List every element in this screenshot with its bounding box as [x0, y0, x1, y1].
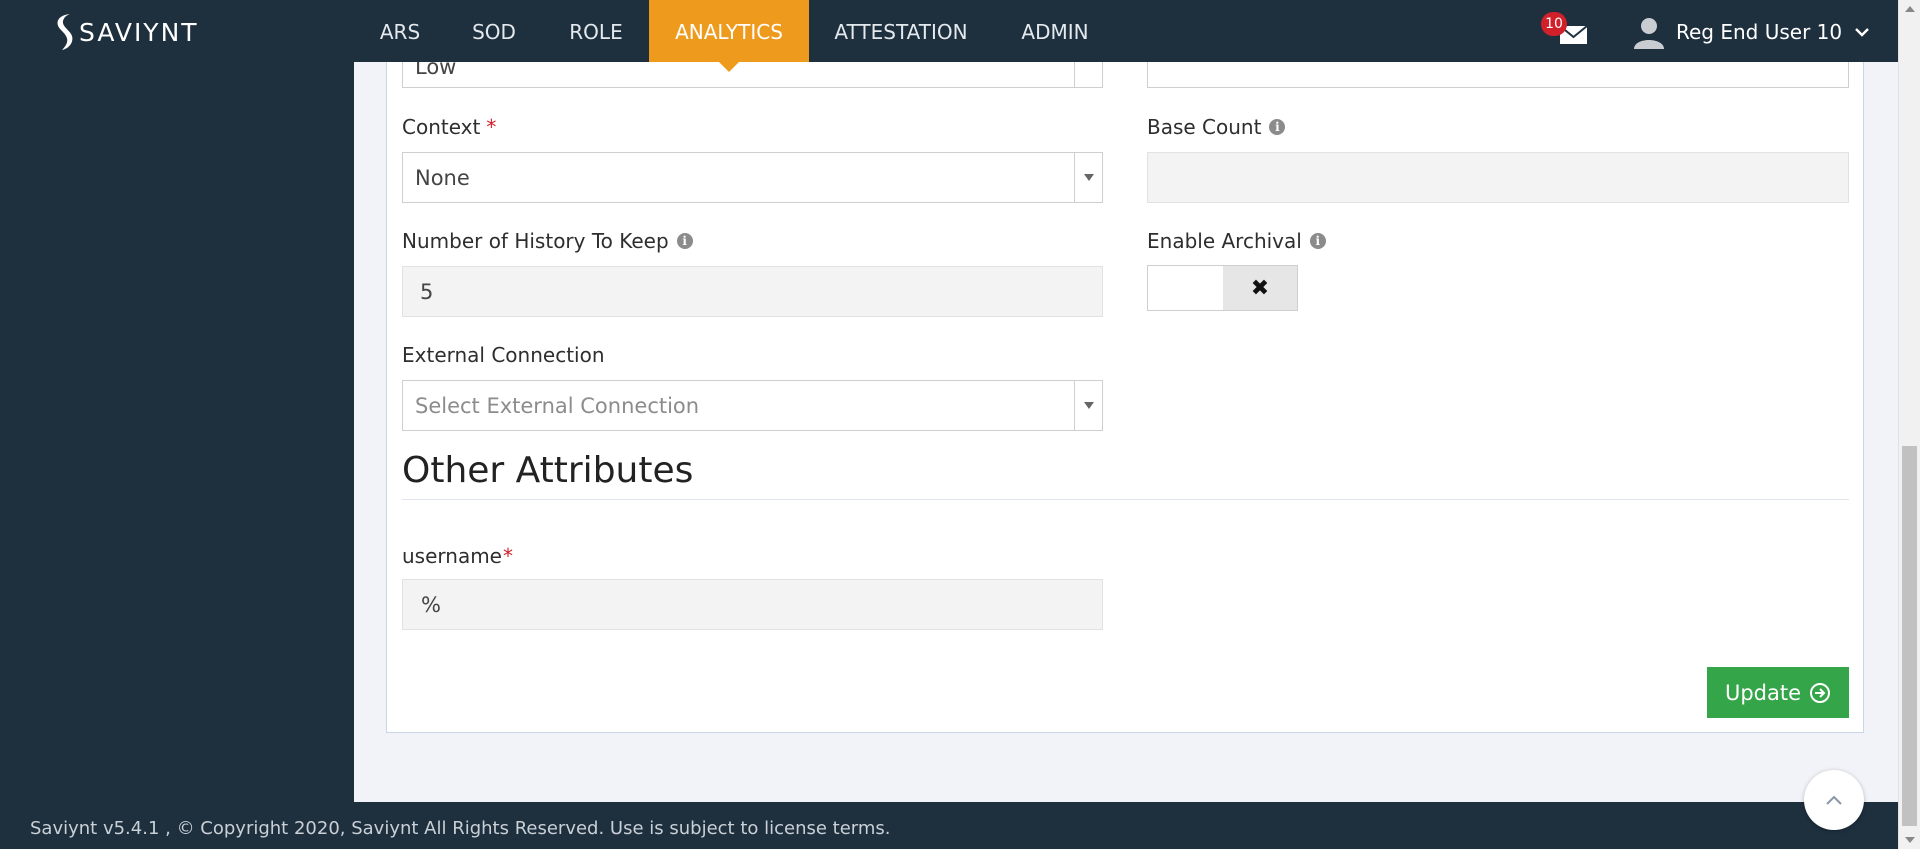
history-label: Number of History To Keep i: [402, 229, 693, 253]
info-icon[interactable]: i: [1309, 233, 1326, 249]
chevron-down-icon[interactable]: [1854, 26, 1870, 38]
required-marker: *: [503, 544, 513, 568]
caret-down-icon: [1083, 402, 1094, 409]
saviynt-logo[interactable]: SAVIYNT: [50, 11, 199, 53]
history-input[interactable]: 5: [402, 266, 1103, 317]
toggle-off-icon[interactable]: ✖: [1223, 266, 1297, 310]
update-button[interactable]: Update: [1707, 667, 1849, 718]
username-label: username *: [402, 544, 513, 568]
archival-label: Enable Archival i: [1147, 229, 1326, 253]
history-value: 5: [420, 279, 434, 304]
update-label: Update: [1724, 680, 1802, 705]
caret-down-icon: [1083, 174, 1094, 181]
nav-attestation[interactable]: ATTESTATION: [831, 0, 971, 62]
context-label: Context *: [402, 115, 497, 139]
external-connection-select[interactable]: Select External Connection: [402, 380, 1103, 431]
username-input[interactable]: %: [402, 579, 1103, 630]
base-count-label: Base Count i: [1147, 115, 1286, 139]
section-divider: [402, 499, 1849, 500]
chevron-up-icon: [1826, 795, 1842, 805]
required-marker: *: [486, 115, 497, 139]
user-name: Reg End User 10: [1676, 20, 1843, 44]
nav-admin[interactable]: ADMIN: [1016, 0, 1094, 62]
arrow-right-circle-icon: [1810, 682, 1831, 703]
saviynt-logo-icon: [57, 14, 73, 50]
scroll-down-arrow[interactable]: [1905, 837, 1915, 843]
scroll-up-arrow[interactable]: [1905, 6, 1915, 12]
username-value: %: [421, 592, 441, 617]
info-icon[interactable]: i: [676, 233, 693, 249]
nav-analytics[interactable]: ANALYTICS: [649, 0, 809, 72]
scroll-to-top-button[interactable]: [1804, 770, 1864, 830]
context-dropdown-button[interactable]: [1074, 153, 1102, 202]
user-menu[interactable]: Reg End User 10: [1632, 14, 1870, 50]
section-title: Other Attributes: [402, 450, 694, 491]
scrollbar-thumb[interactable]: [1902, 446, 1917, 826]
user-icon: [1634, 18, 1664, 49]
top-navigation: SAVIYNT ARS SOD ROLE ANALYTICS ATTESTATI…: [0, 0, 1898, 72]
notification-badge[interactable]: 10: [1541, 12, 1567, 36]
info-icon[interactable]: i: [1269, 119, 1286, 135]
footer-copyright: Saviynt v5.4.1 , © Copyright 2020, Saviy…: [30, 818, 891, 839]
logo-text: SAVIYNT: [79, 17, 199, 47]
page-scrollbar[interactable]: [1898, 0, 1920, 849]
base-count-input[interactable]: [1147, 152, 1849, 203]
nav-role[interactable]: ROLE: [564, 0, 628, 62]
external-connection-label: External Connection: [402, 343, 605, 367]
context-select[interactable]: None: [402, 152, 1103, 203]
nav-ars[interactable]: ARS: [372, 0, 428, 62]
archival-toggle[interactable]: ✖: [1147, 265, 1298, 311]
nav-sod[interactable]: SOD: [468, 0, 520, 62]
context-value: None: [415, 165, 470, 190]
external-connection-dropdown-button[interactable]: [1074, 381, 1102, 430]
external-connection-placeholder: Select External Connection: [415, 393, 700, 418]
